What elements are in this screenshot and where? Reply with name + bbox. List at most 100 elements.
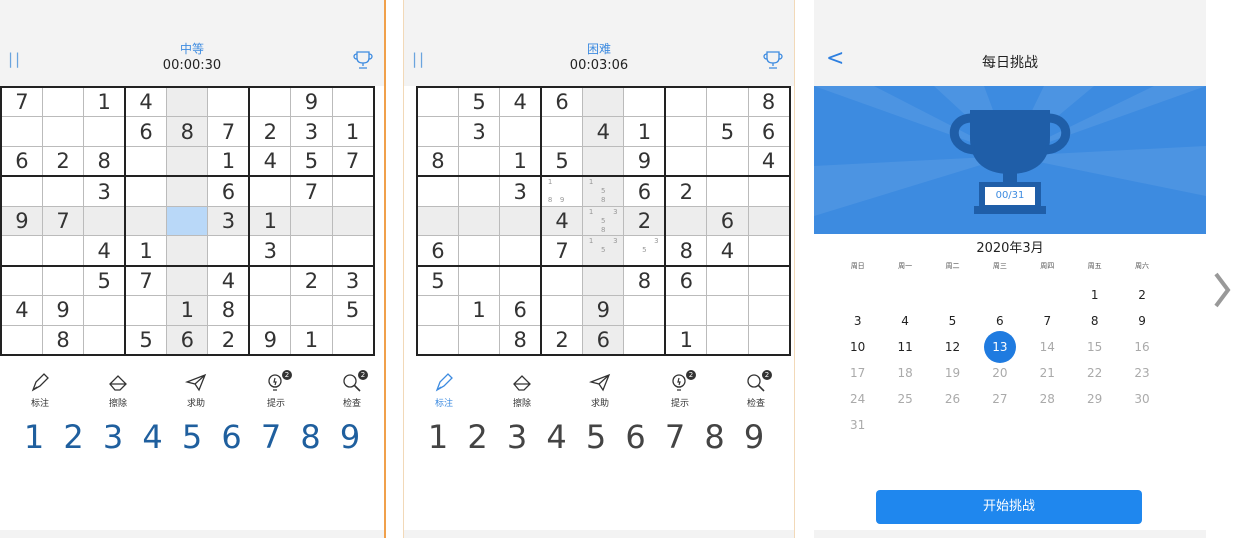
grid-cell[interactable] [290,295,333,326]
calendar-day[interactable]: 25 [881,386,928,412]
grid-cell[interactable]: 4 [747,146,791,177]
calendar-day[interactable]: 20 [976,360,1023,386]
grid-cell[interactable]: 8 [207,295,250,326]
grid-cell[interactable]: 1 89 [540,175,584,207]
grid-cell[interactable]: 4 [582,116,625,148]
grid-cell[interactable]: 5 [415,264,459,297]
grid-cell[interactable] [747,175,791,207]
grid-cell[interactable] [664,295,708,326]
grid-cell[interactable] [706,264,749,297]
grid-cell[interactable] [41,264,85,297]
tool-magnifier-button[interactable]: 2 检查 [330,370,374,412]
calendar-day[interactable]: 27 [976,386,1023,412]
grid-cell[interactable] [290,205,333,237]
grid-cell[interactable] [664,116,708,148]
grid-cell[interactable]: 2 [623,205,666,237]
grid-cell[interactable] [207,86,250,118]
grid-cell[interactable] [166,205,209,237]
grid-cell[interactable] [331,86,375,118]
grid-cell[interactable]: 4 [0,295,43,326]
grid-cell[interactable] [623,295,666,326]
grid-cell[interactable] [41,116,85,148]
grid-cell[interactable]: 5 [83,264,126,297]
tool-paper-plane-button[interactable]: 求助 [578,372,622,412]
calendar-day[interactable]: 29 [1071,386,1118,412]
grid-cell[interactable]: 8 [623,264,666,297]
number-key-4[interactable]: 4 [539,418,575,456]
grid-cell[interactable]: 2 [41,146,85,177]
grid-cell[interactable]: 6 [747,116,791,148]
trophy-icon[interactable] [762,50,784,70]
calendar-day[interactable]: 24 [834,386,881,412]
grid-cell[interactable]: 1 [623,116,666,148]
grid-cell[interactable]: 2 [248,116,292,148]
grid-cell[interactable]: 7 [540,235,584,267]
grid-cell[interactable] [0,175,43,207]
grid-cell[interactable]: 9 [248,324,292,357]
grid-cell[interactable]: 6 [582,324,625,357]
grid-cell[interactable]: 7 [41,205,85,237]
grid-cell[interactable] [747,264,791,297]
tool-bulb-button[interactable]: 2 提示 [658,370,702,412]
grid-cell[interactable]: 6 [0,146,43,177]
grid-cell[interactable]: 5 [457,86,501,118]
number-key-8[interactable]: 8 [293,418,329,456]
grid-cell[interactable] [540,116,584,148]
grid-cell[interactable]: 2 [290,264,333,297]
chevron-right-icon[interactable] [1212,270,1232,310]
calendar-day[interactable]: 26 [929,386,976,412]
grid-cell[interactable] [166,175,209,207]
calendar-day[interactable]: 1 [1071,282,1118,308]
grid-cell[interactable]: 8 [747,86,791,118]
grid-cell[interactable] [248,175,292,207]
tool-eraser-button[interactable]: 擦除 [500,372,544,412]
grid-cell[interactable]: 7 [124,264,168,297]
calendar-day[interactable]: 18 [881,360,928,386]
grid-cell[interactable] [499,264,542,297]
grid-cell[interactable]: 4 [124,86,168,118]
grid-cell[interactable]: 4 [540,205,584,237]
grid-cell[interactable] [124,175,168,207]
grid-cell[interactable]: 1 35 [582,235,625,267]
calendar-day[interactable]: 9 [1118,308,1165,334]
grid-cell[interactable]: 1 [457,295,501,326]
grid-cell[interactable]: 8 [166,116,209,148]
calendar-day[interactable]: 31 [834,412,881,438]
grid-cell[interactable] [248,264,292,297]
trophy-icon[interactable] [352,50,374,70]
grid-cell[interactable]: 1 [166,295,209,326]
grid-cell[interactable] [747,235,791,267]
grid-cell[interactable]: 1 358 [582,205,625,237]
grid-cell[interactable] [41,86,85,118]
grid-cell[interactable]: 5 [706,116,749,148]
number-key-1[interactable]: 1 [420,418,456,456]
grid-cell[interactable] [706,324,749,357]
calendar-day[interactable]: 28 [1024,386,1071,412]
grid-cell[interactable] [0,264,43,297]
grid-cell[interactable]: 4 [83,235,126,267]
grid-cell[interactable] [623,324,666,357]
grid-cell[interactable] [457,175,501,207]
grid-cell[interactable]: 9 [41,295,85,326]
grid-cell[interactable]: 7 [207,116,250,148]
grid-cell[interactable] [747,324,791,357]
number-key-3[interactable]: 3 [499,418,535,456]
grid-cell[interactable]: 6 [540,86,584,118]
grid-cell[interactable]: 1 [248,205,292,237]
grid-cell[interactable] [415,116,459,148]
calendar-day[interactable]: 3 [834,308,881,334]
grid-cell[interactable] [582,264,625,297]
grid-cell[interactable]: 9 [582,295,625,326]
grid-cell[interactable]: 6 [124,116,168,148]
grid-cell[interactable] [166,264,209,297]
number-key-6[interactable]: 6 [618,418,654,456]
grid-cell[interactable] [248,86,292,118]
grid-cell[interactable] [664,146,708,177]
calendar-day[interactable]: 19 [929,360,976,386]
grid-cell[interactable] [706,295,749,326]
grid-cell[interactable]: 2 [540,324,584,357]
grid-cell[interactable]: 8 [415,146,459,177]
grid-cell[interactable] [457,235,501,267]
grid-cell[interactable]: 4 [248,146,292,177]
grid-cell[interactable] [706,146,749,177]
